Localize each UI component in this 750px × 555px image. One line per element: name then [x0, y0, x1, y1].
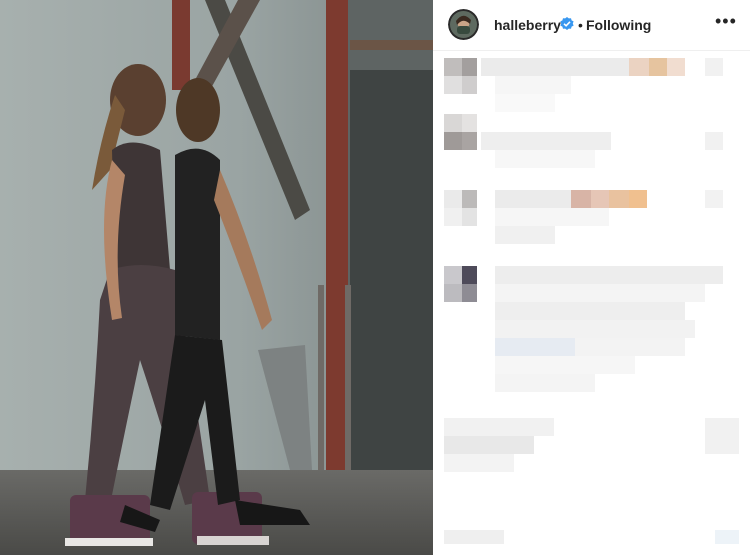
comment-text	[481, 58, 629, 76]
comment-avatar	[444, 58, 462, 76]
more-horizontal-icon[interactable]: •••	[715, 11, 737, 32]
separator-dot: •	[578, 17, 583, 33]
post-header: halleberry • Following •••	[433, 0, 750, 51]
photo-image	[0, 0, 433, 555]
comment-avatar	[444, 190, 462, 208]
comment-avatar	[444, 266, 462, 284]
avatar[interactable]	[448, 9, 479, 40]
comment-text	[495, 190, 571, 208]
comment-text	[495, 266, 723, 284]
comment-text	[444, 418, 554, 436]
verified-badge-icon	[560, 17, 574, 31]
comments-redacted	[433, 52, 750, 555]
username-link[interactable]: halleberry	[494, 17, 561, 33]
comment-text	[481, 132, 611, 150]
comment-avatar	[444, 114, 462, 132]
follow-status-button[interactable]: Following	[586, 17, 651, 33]
post-side-panel: halleberry • Following •••	[433, 0, 750, 555]
post-photo[interactable]	[0, 0, 433, 555]
